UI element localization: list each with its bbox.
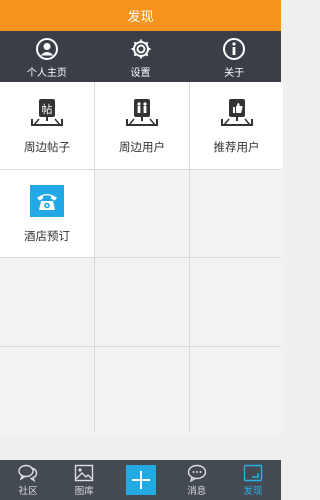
discover-icon xyxy=(243,464,263,481)
plus-icon xyxy=(131,471,150,489)
page-title: 发现 xyxy=(127,10,154,25)
grid-empty-cell xyxy=(190,347,283,435)
grid-empty-cell xyxy=(190,258,283,346)
info-icon xyxy=(223,38,246,60)
nearby-posts-icon: 帖 xyxy=(31,98,63,126)
tab-discover[interactable]: 发现 xyxy=(225,460,281,500)
nearby-users-icon xyxy=(126,98,158,126)
grid-empty-cell xyxy=(95,170,189,257)
grid-item-hotel-booking[interactable]: 酒店预订 xyxy=(0,170,94,257)
chat-bubbles-icon xyxy=(18,464,38,482)
tab-messages[interactable]: 消息 xyxy=(169,460,225,500)
grid-label: 推荐用户 xyxy=(213,139,260,154)
tab-community[interactable]: 社区 xyxy=(0,460,56,500)
nav-profile[interactable]: 个人主页 xyxy=(0,31,94,82)
message-icon xyxy=(187,464,206,482)
grid-item-nearby-posts[interactable]: 帖 周边帖子 xyxy=(0,82,94,169)
tab-discover-label: 发现 xyxy=(243,485,263,497)
tab-community-label: 社区 xyxy=(18,485,38,497)
grid-empty-cell xyxy=(190,170,283,257)
tab-messages-label: 消息 xyxy=(187,485,207,497)
grid-label: 周边帖子 xyxy=(24,139,70,154)
hotel-phone-icon xyxy=(30,184,64,217)
tab-gallery[interactable]: 图库 xyxy=(56,460,112,500)
grid-item-recommended-users[interactable]: 推荐用户 xyxy=(190,82,283,169)
image-icon xyxy=(75,464,94,481)
recommended-users-icon xyxy=(220,98,253,126)
nav-about-label: 关于 xyxy=(224,68,245,79)
nav-profile-label: 个人主页 xyxy=(26,68,67,79)
nav-settings-label: 设置 xyxy=(130,68,151,79)
top-nav: 个人主页 设置 关于 xyxy=(0,31,281,82)
title-bar: 发现 xyxy=(0,0,281,31)
bottom-tab-bar: 社区 图库 消息 发现 xyxy=(0,460,281,500)
tab-add[interactable] xyxy=(112,460,168,500)
user-icon xyxy=(35,38,58,60)
feature-grid: 帖 周边帖子 周边用户 推荐用户 酒店预订 xyxy=(0,82,283,435)
grid-label: 酒店预订 xyxy=(24,228,70,243)
nav-about[interactable]: 关于 xyxy=(187,31,281,82)
grid-item-nearby-users[interactable]: 周边用户 xyxy=(95,82,189,169)
grid-empty-cell xyxy=(95,347,189,435)
grid-empty-cell xyxy=(95,258,189,346)
tab-gallery-label: 图库 xyxy=(74,485,94,497)
grid-empty-cell xyxy=(0,347,94,435)
grid-label: 周边用户 xyxy=(119,139,165,154)
nav-settings[interactable]: 设置 xyxy=(94,31,188,82)
svg-text:帖: 帖 xyxy=(42,103,53,116)
grid-empty-cell xyxy=(0,258,94,346)
gear-icon xyxy=(131,39,150,59)
add-button[interactable] xyxy=(125,465,156,495)
